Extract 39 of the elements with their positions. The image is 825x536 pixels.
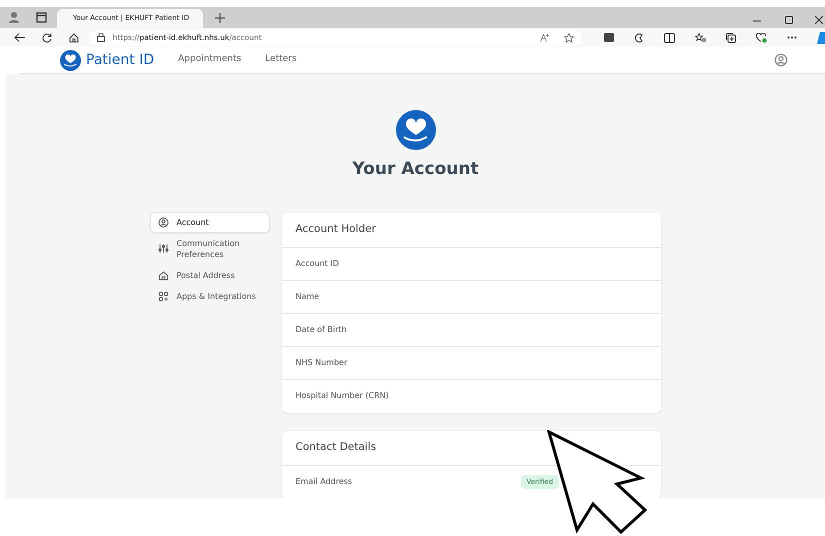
new-tab-icon[interactable]	[215, 13, 225, 23]
house-icon	[158, 270, 168, 280]
heart-hand-logo-icon	[60, 50, 81, 70]
nav-link[interactable]: Letters	[265, 53, 297, 67]
split-screen-icon[interactable]	[664, 32, 675, 42]
refresh-icon[interactable]	[42, 32, 52, 42]
card-title: Account Holder	[282, 212, 660, 248]
maximize-icon[interactable]	[785, 16, 793, 24]
field-label: Email Address	[296, 476, 354, 488]
read-aloud-icon[interactable]	[540, 33, 550, 42]
heart-hand-logo-icon	[396, 110, 436, 150]
more-icon[interactable]	[786, 36, 797, 39]
field-label: NHS Number	[296, 356, 348, 368]
field-label: Date of Birth	[296, 324, 348, 336]
sidebar-item[interactable]: Postal Address	[150, 266, 268, 284]
sidebar-item[interactable]: Apps & Integrations	[150, 286, 268, 306]
collections-icon[interactable]	[726, 32, 736, 42]
star-icon[interactable]	[564, 32, 574, 42]
back-icon[interactable]	[14, 33, 25, 42]
field-label: Hospital Number (CRN)	[296, 390, 390, 402]
sidebar-item[interactable]: Communication Preferences	[150, 234, 268, 264]
apps-icon	[158, 290, 168, 302]
lock-icon[interactable]	[96, 33, 105, 42]
page-title: Your Account	[352, 158, 479, 181]
minimize-icon[interactable]	[753, 20, 761, 22]
user-account-icon[interactable]	[774, 53, 788, 67]
sliders-icon	[158, 243, 168, 254]
field-label: Account ID	[296, 258, 340, 270]
close-icon[interactable]	[815, 16, 823, 24]
profile-icon[interactable]	[8, 11, 20, 23]
field-label: Name	[296, 290, 320, 302]
heart-pulse-icon[interactable]	[756, 32, 767, 42]
home-icon[interactable]	[68, 32, 79, 42]
favorites-icon[interactable]	[694, 32, 706, 42]
sidebar-item[interactable]: Account	[150, 212, 268, 232]
tab-actions-icon[interactable]	[36, 12, 47, 23]
nav-link[interactable]: Appointments	[178, 53, 242, 67]
brand-name[interactable]: Patient ID	[86, 50, 154, 70]
user-circle-icon	[158, 216, 168, 228]
